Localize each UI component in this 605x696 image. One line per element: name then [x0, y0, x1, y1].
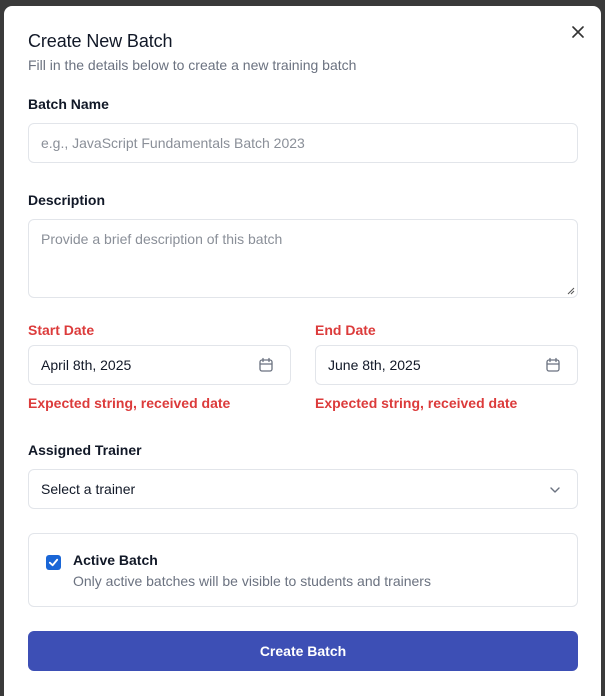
dialog-subtitle: Fill in the details below to create a ne… [28, 57, 357, 73]
dialog-title: Create New Batch [28, 31, 173, 51]
start-date-value: April 8th, 2025 [41, 357, 132, 373]
create-batch-button-label: Create Batch [259, 643, 347, 659]
end-date-error: Expected string, received date [315, 395, 518, 411]
active-batch-checkbox[interactable] [46, 555, 61, 570]
trainer-select-value: Select a trainer [41, 481, 136, 497]
batch-name-input[interactable]: e.g., JavaScript Fundamentals Batch 2023 [28, 123, 578, 163]
description-textarea[interactable]: Provide a brief description of this batc… [28, 219, 578, 298]
trainer-label: Assigned Trainer [28, 442, 142, 458]
description-placeholder: Provide a brief description of this batc… [41, 231, 283, 247]
create-batch-button[interactable]: Create Batch [28, 631, 578, 671]
close-icon [572, 26, 584, 38]
trainer-select[interactable]: Select a trainer [28, 469, 578, 509]
batch-name-placeholder: e.g., JavaScript Fundamentals Batch 2023 [41, 135, 305, 151]
create-batch-dialog: Create New Batch Fill in the details bel… [4, 6, 601, 696]
start-date-error: Expected string, received date [28, 395, 231, 411]
end-date-picker[interactable]: June 8th, 2025 [315, 345, 578, 385]
end-date-value: June 8th, 2025 [328, 357, 421, 373]
checkmark-icon [48, 558, 59, 567]
chevron-down-icon [550, 487, 560, 493]
start-date-label: Start Date [28, 322, 95, 338]
start-date-picker[interactable]: April 8th, 2025 [28, 345, 291, 385]
active-batch-card: Active Batch Only active batches will be… [28, 533, 578, 607]
description-label: Description [28, 192, 106, 208]
resize-handle-icon[interactable] [567, 287, 575, 295]
close-button[interactable] [569, 23, 587, 41]
active-batch-label: Active Batch [73, 552, 158, 568]
end-date-label: End Date [315, 322, 376, 338]
batch-name-label: Batch Name [28, 96, 109, 112]
calendar-icon [546, 357, 560, 372]
calendar-icon [259, 357, 273, 372]
active-batch-description: Only active batches will be visible to s… [73, 573, 431, 589]
